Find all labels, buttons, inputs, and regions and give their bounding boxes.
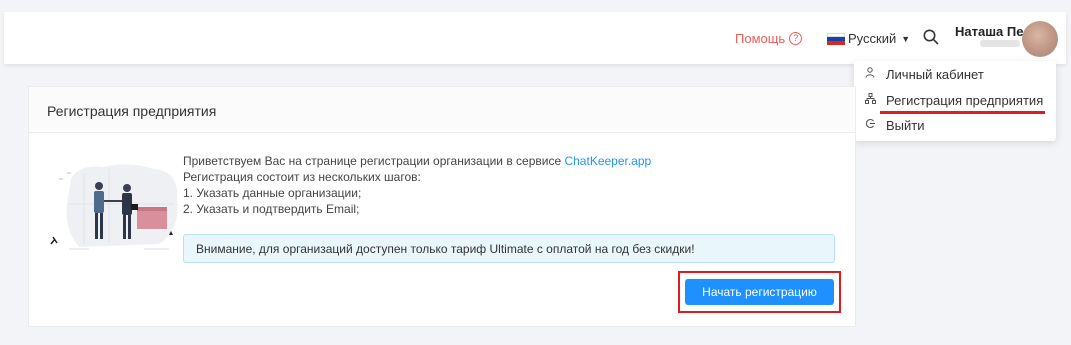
menu-item-label: Выйти <box>886 117 925 133</box>
business-handshake-illustration <box>50 164 178 250</box>
highlight-underline <box>880 111 1045 114</box>
start-registration-button[interactable]: Начать регистрацию <box>685 279 834 305</box>
person-icon <box>864 67 876 81</box>
help-link[interactable]: Помощь ? <box>735 31 803 46</box>
step-1: 1. Указать данные организации; <box>183 186 362 200</box>
page-title: Регистрация предприятия <box>47 103 217 119</box>
menu-item-label: Личный кабинет <box>886 66 984 82</box>
card-header: Регистрация предприятия <box>29 87 855 133</box>
step-2: 2. Указать и подтвердить Email; <box>183 202 360 216</box>
user-dropdown-menu: Личный кабинет Регистрация предприятия В… <box>854 61 1056 141</box>
menu-item-logout[interactable]: Выйти <box>864 115 925 135</box>
search-icon[interactable] <box>922 28 940 46</box>
greeting-text: Приветствуем Вас на странице регистрации… <box>183 154 565 168</box>
caret-down-icon: ▼ <box>901 33 911 44</box>
russia-flag-icon <box>827 32 845 45</box>
info-alert: Внимание, для организаций доступен тольк… <box>183 234 835 263</box>
user-subtitle-blurred <box>980 40 1020 47</box>
user-name[interactable]: Наташа Пе <box>955 24 1025 39</box>
steps-intro: Регистрация состоит из нескольких шагов: <box>183 170 421 184</box>
question-icon: ? <box>789 32 803 45</box>
avatar[interactable] <box>1022 21 1058 57</box>
org-structure-icon <box>864 93 876 107</box>
language-selector[interactable]: Русский ▼ <box>827 31 910 46</box>
menu-item-personal-account[interactable]: Личный кабинет <box>864 64 984 84</box>
language-label: Русский <box>848 31 897 46</box>
intro-text: Приветствуем Вас на странице регистрации… <box>183 153 651 217</box>
help-label: Помощь <box>735 31 786 46</box>
menu-item-company-registration[interactable]: Регистрация предприятия <box>864 90 1043 110</box>
alert-text: Внимание, для организаций доступен тольк… <box>196 241 695 256</box>
chatkeeper-link[interactable]: ChatKeeper.app <box>564 154 651 168</box>
logout-icon <box>864 118 876 132</box>
menu-item-label: Регистрация предприятия <box>886 92 1044 108</box>
